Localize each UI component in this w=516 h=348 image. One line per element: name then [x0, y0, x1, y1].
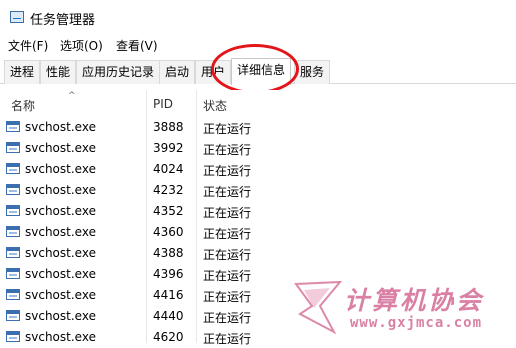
process-status: 正在运行 [203, 143, 252, 157]
process-status: 正在运行 [203, 290, 252, 304]
process-status: 正在运行 [203, 248, 252, 262]
table-row[interactable]: svchost.exe 3888 正在运行 [0, 117, 516, 138]
process-status: 正在运行 [203, 164, 252, 178]
process-window-icon [6, 163, 20, 174]
process-status: 正在运行 [203, 311, 252, 325]
process-pid: 4388 [153, 246, 184, 260]
process-pid: 4416 [153, 288, 184, 302]
process-status: 正在运行 [203, 206, 252, 220]
tab-services[interactable]: 服务 [294, 60, 331, 84]
process-window-icon [6, 184, 20, 195]
window-title: 任务管理器 [30, 13, 96, 28]
process-status: 正在运行 [203, 332, 252, 346]
table-row[interactable]: svchost.exe 4440 正在运行 [0, 306, 516, 327]
process-name: svchost.exe [25, 309, 96, 323]
process-name: svchost.exe [25, 183, 96, 197]
table-row[interactable]: svchost.exe 4388 正在运行 [0, 243, 516, 264]
process-window-icon [6, 142, 20, 153]
process-window-icon [6, 310, 20, 321]
process-window-icon [6, 289, 20, 300]
column-header-pid[interactable]: PID [153, 97, 173, 111]
menu-view[interactable]: 查看(V) [116, 37, 158, 54]
tab-users[interactable]: 用户 [195, 60, 232, 84]
process-name: svchost.exe [25, 330, 96, 344]
process-name: svchost.exe [25, 204, 96, 218]
tab-details[interactable]: 详细信息 [231, 58, 292, 85]
process-name: svchost.exe [25, 162, 96, 176]
process-list: svchost.exe 3888 正在运行 svchost.exe 3992 正… [0, 117, 516, 348]
tab-performance[interactable]: 性能 [40, 60, 77, 84]
process-name: svchost.exe [25, 225, 96, 239]
column-header-status[interactable]: 状态 [203, 97, 227, 114]
process-window-icon [6, 205, 20, 216]
process-pid: 3888 [153, 120, 184, 134]
process-window-icon [6, 226, 20, 237]
process-name: svchost.exe [25, 120, 96, 134]
process-pid: 4440 [153, 309, 184, 323]
process-name: svchost.exe [25, 267, 96, 281]
process-pid: 3992 [153, 141, 184, 155]
tab-app-history[interactable]: 应用历史记录 [76, 60, 161, 84]
menu-bar: 文件(F) 选项(O) 查看(V) [0, 34, 516, 56]
table-row[interactable]: svchost.exe 4416 正在运行 [0, 285, 516, 306]
sort-ascending-icon: ^ [68, 91, 76, 101]
process-pid: 4024 [153, 162, 184, 176]
process-status: 正在运行 [203, 227, 252, 241]
table-row[interactable]: svchost.exe 4396 正在运行 [0, 264, 516, 285]
process-window-icon [6, 247, 20, 258]
process-name: svchost.exe [25, 288, 96, 302]
process-status: 正在运行 [203, 122, 252, 136]
process-pid: 4620 [153, 330, 184, 344]
process-name: svchost.exe [25, 246, 96, 260]
process-pid: 4396 [153, 267, 184, 281]
process-window-icon [6, 331, 20, 342]
process-pid: 4360 [153, 225, 184, 239]
process-window-icon [6, 268, 20, 279]
menu-options[interactable]: 选项(O) [60, 37, 103, 54]
tab-strip: 进程 性能 应用历史记录 启动 用户 详细信息 服务 [0, 56, 516, 85]
table-row[interactable]: svchost.exe 3992 正在运行 [0, 138, 516, 159]
table-row[interactable]: svchost.exe 4024 正在运行 [0, 159, 516, 180]
tab-processes[interactable]: 进程 [4, 60, 41, 84]
column-header-row: 名称 ^ PID 状态 [0, 90, 516, 114]
table-row[interactable]: svchost.exe 4360 正在运行 [0, 222, 516, 243]
menu-file[interactable]: 文件(F) [8, 37, 48, 54]
task-manager-icon [10, 11, 24, 23]
process-status: 正在运行 [203, 185, 252, 199]
process-name: svchost.exe [25, 141, 96, 155]
table-row[interactable]: svchost.exe 4620 正在运行 [0, 327, 516, 348]
table-row[interactable]: svchost.exe 4232 正在运行 [0, 180, 516, 201]
title-bar: 任务管理器 [0, 0, 516, 34]
process-window-icon [6, 121, 20, 132]
process-status: 正在运行 [203, 269, 252, 283]
tab-startup[interactable]: 启动 [159, 60, 196, 84]
process-pid: 4232 [153, 183, 184, 197]
process-pid: 4352 [153, 204, 184, 218]
column-header-name[interactable]: 名称 [11, 97, 35, 114]
table-row[interactable]: svchost.exe 4352 正在运行 [0, 201, 516, 222]
